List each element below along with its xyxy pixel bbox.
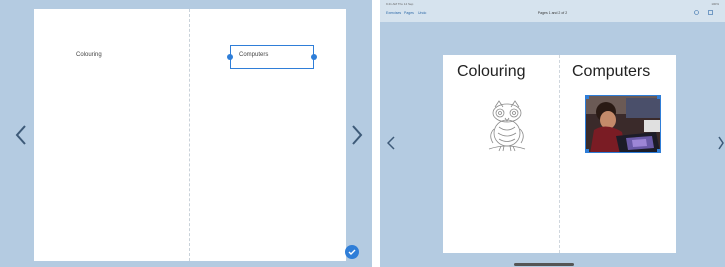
page-divider (559, 55, 560, 253)
share-icon[interactable] (693, 9, 699, 15)
left-editor-panel: Colouring Computers (0, 0, 372, 267)
right-preview-panel: 9:41 AM Thu 14 Sep 100% Exercises Pages … (380, 0, 725, 267)
book-spread-preview: Colouring Computers (443, 55, 676, 253)
page-title-colouring[interactable]: Colouring (457, 63, 525, 81)
top-toolbar: 9:41 AM Thu 14 Sep 100% Exercises Pages … (380, 0, 725, 22)
selected-text-box[interactable]: Computers (227, 45, 317, 69)
crop-handle-top-left[interactable] (586, 96, 589, 99)
resize-handle-left[interactable] (227, 54, 233, 60)
page-label-colouring[interactable]: Colouring (76, 52, 102, 58)
home-indicator (514, 263, 574, 266)
chevron-right-icon[interactable] (346, 118, 368, 152)
chevron-left-icon[interactable] (380, 126, 402, 160)
book-spread: Colouring Computers (34, 9, 346, 261)
settings-icon[interactable] (707, 9, 713, 15)
page-indicator: Pages 1 and 2 of 2 (537, 11, 568, 15)
owl-drawing[interactable] (485, 99, 529, 155)
resize-handle-right[interactable] (311, 54, 317, 60)
chevron-left-icon[interactable] (10, 118, 32, 152)
checkmark-icon[interactable] (345, 245, 359, 259)
chevron-right-icon[interactable] (717, 126, 725, 160)
page-title-computers[interactable]: Computers (572, 63, 650, 81)
status-bar-battery: 100% (711, 2, 719, 6)
page-label-computers[interactable]: Computers (239, 52, 268, 58)
page-divider (189, 9, 190, 261)
computer-photo[interactable] (585, 95, 661, 153)
status-bar-time: 9:41 AM Thu 14 Sep (386, 2, 414, 6)
